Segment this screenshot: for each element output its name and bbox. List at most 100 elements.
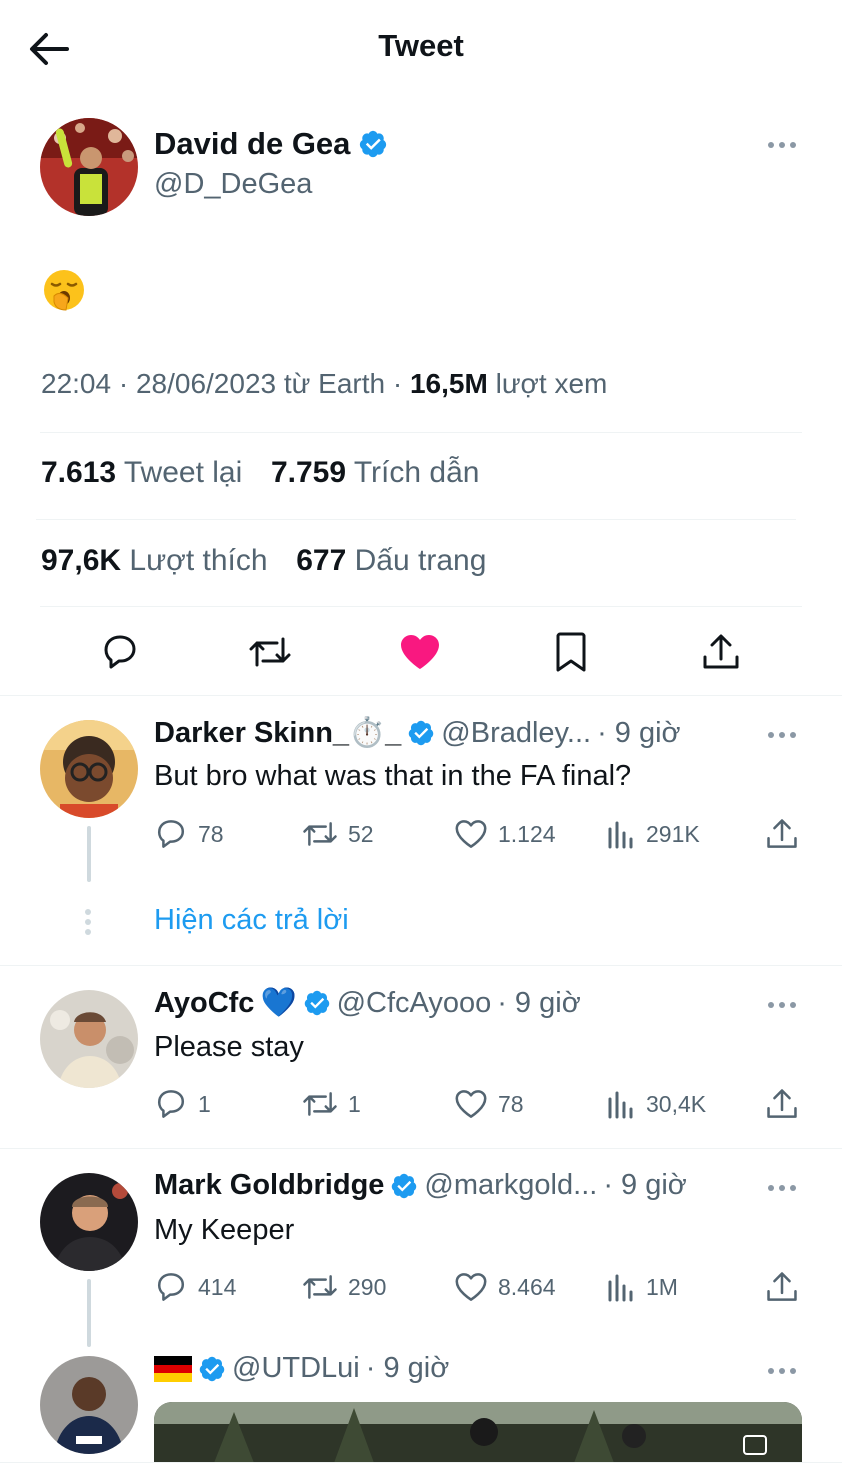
views-count: 30,4K [646,1090,707,1117]
bookmarks-label: Dấu trang [346,544,487,577]
tweet-stats-row: 97,6K Lượt thích 677 Dấu trang [41,544,486,578]
reply-author[interactable]: AyoCfc 💙 @CfcAyooo · 9 giờ [154,986,581,1020]
retweet-icon [303,1275,337,1299]
reply-text: Please stay [154,1031,304,1063]
show-replies-link[interactable]: Hiện các trả lời [154,904,349,937]
author-avatar[interactable] [40,118,138,216]
retweet-button[interactable] [246,628,294,676]
reply-like-button[interactable]: 1.124 [454,814,556,854]
reply-views-button[interactable]: 1M [606,1267,678,1307]
reply-avatar[interactable] [40,990,138,1088]
reply-more-button[interactable] [762,1173,802,1203]
likes-stat[interactable]: 97,6K Lượt thích [41,544,268,577]
reply-more-button[interactable] [762,1356,802,1386]
heart-icon [455,820,487,848]
reply-avatar[interactable] [40,720,138,818]
like-button[interactable] [396,628,444,676]
thread-line [87,1279,91,1347]
reply-more-button[interactable] [762,990,802,1020]
reply-retweet-button[interactable]: 52 [302,814,374,854]
bookmark-button[interactable] [547,628,595,676]
reply-views-button[interactable]: 291K [606,814,700,854]
retweets-stat[interactable]: 7.613 Tweet lại [41,456,242,489]
retweet-icon [303,1092,337,1116]
reply-retweet-button[interactable]: 290 [302,1267,386,1307]
more-options-button[interactable] [762,130,802,160]
reply-author-handle: @UTDLui [232,1352,360,1384]
author-handle[interactable]: @D_DeGea [154,168,312,201]
likes-count: 97,6K [41,544,122,577]
thread-dots [84,908,92,936]
reply-avatar[interactable] [40,1356,138,1454]
retweet-count: 52 [348,820,374,847]
verified-badge-icon [360,130,387,158]
views-count: 16,5M [409,368,488,399]
reply-comment-button[interactable]: 1 [154,1084,211,1124]
heart-filled-icon [401,635,439,669]
reply-like-button[interactable]: 78 [454,1084,524,1124]
reply-comment-button[interactable]: 78 [154,814,224,854]
reply-icon [157,1090,185,1118]
verified-badge-icon [409,720,434,746]
reply-share-button[interactable] [766,1084,798,1124]
views-chart-icon [608,1274,633,1302]
reply-count: 1 [198,1090,211,1117]
views-chart-icon [608,1091,633,1119]
reply-count: 78 [198,820,224,847]
reply-icon [157,820,185,848]
like-count: 1.124 [498,820,556,847]
reply-text: But bro what was that in the FA final? [154,760,632,792]
reply-icon [157,1273,185,1301]
quotes-stat[interactable]: 7.759 Trích dẫn [271,456,479,489]
tweet-time[interactable]: 22:04 · 28/06/2023 từ Earth · [41,368,410,399]
reply-author-handle: @Bradley... [441,716,592,749]
reply-text: My Keeper [154,1214,295,1246]
bookmarks-stat[interactable]: 677 Dấu trang [296,544,486,577]
share-icon [703,634,739,669]
share-button[interactable] [697,628,745,676]
divider [40,432,802,433]
author-name[interactable]: David de Gea [154,126,388,162]
reply-author[interactable]: Darker Skinn_⏱️_ @Bradley... · 9 giờ [154,716,681,750]
retweet-icon [249,637,291,667]
share-icon [767,1272,797,1301]
reply-more-button[interactable] [762,720,802,750]
divider [0,1148,842,1149]
views-count: 1M [646,1273,678,1300]
reply-author-name: Darker Skinn_⏱️_ [154,717,402,749]
reply-author-name: Mark Goldbridge [154,1169,385,1201]
reply-retweet-button[interactable]: 1 [302,1084,361,1124]
reply-time: · 9 giờ [597,716,681,749]
bookmark-icon [556,632,586,672]
reply-share-button[interactable] [766,814,798,854]
heart-icon [455,1090,487,1118]
reply-time: · 9 giờ [497,986,581,1019]
retweet-count: 1 [348,1090,361,1117]
more-horizontal-icon [768,732,796,738]
verified-badge-icon [392,1173,417,1198]
reply-button[interactable] [96,628,144,676]
quotes-label: Trích dẫn [346,456,480,489]
reply-author[interactable]: 🇩🇪 @UTDLui · 9 giờ [154,1352,449,1385]
retweets-label: Tweet lại [116,456,243,489]
reply-icon [104,635,136,669]
share-icon [767,1089,797,1118]
likes-label: Lượt thích [121,544,268,577]
divider [40,606,802,607]
more-horizontal-icon [768,1002,796,1008]
video-media[interactable] [154,1402,802,1463]
reply-time: · 9 giờ [365,1352,450,1384]
share-icon [767,819,797,848]
views-count: 291K [646,820,700,847]
reply-views-button[interactable]: 30,4K [606,1084,706,1124]
reply-avatar[interactable] [40,1173,138,1271]
divider [0,695,842,696]
reply-share-button[interactable] [766,1267,798,1307]
tweet-metadata: 22:04 · 28/06/2023 từ Earth · 16,5M lượt… [41,368,607,400]
reply-like-button[interactable]: 8.464 [454,1267,556,1307]
reply-author[interactable]: Mark Goldbridge @markgold... · 9 giờ [154,1169,687,1202]
reply-comment-button[interactable]: 414 [154,1267,236,1307]
verified-badge-icon [304,990,329,1016]
yawning-face-emoji [42,268,86,312]
reply-time: · 9 giờ [603,1169,687,1201]
